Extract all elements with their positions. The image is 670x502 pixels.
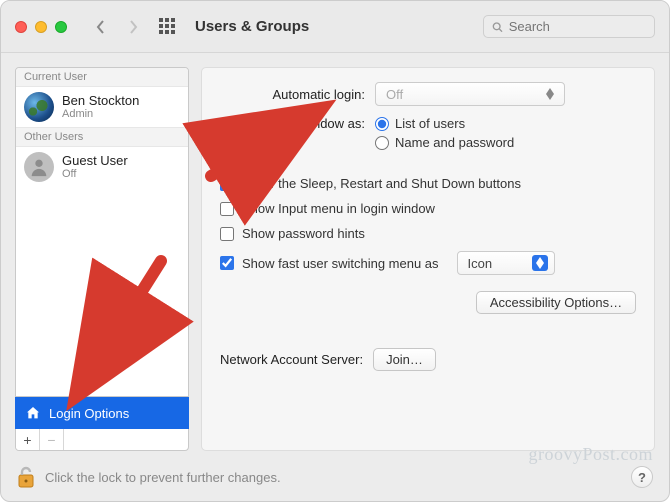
watermark: groovyPost.com xyxy=(528,444,653,465)
search-field[interactable] xyxy=(483,15,655,38)
row-network-account-server: Network Account Server: Join… xyxy=(220,348,636,371)
checkbox-fast-switch-input[interactable] xyxy=(220,256,234,270)
back-button[interactable] xyxy=(89,13,113,41)
checkbox-fast-switch-label: Show fast user switching menu as xyxy=(242,256,439,271)
user-name: Ben Stockton xyxy=(62,94,139,108)
nas-join-button[interactable]: Join… xyxy=(373,348,436,371)
chevron-updown-icon xyxy=(532,255,548,271)
radio-list-users-label: List of users xyxy=(395,116,465,131)
help-button[interactable]: ? xyxy=(631,466,653,488)
row-automatic-login: Automatic login: Off xyxy=(220,82,636,106)
user-role: Admin xyxy=(62,108,139,120)
window-controls xyxy=(15,21,67,33)
checkbox-sleep-label: Show the Sleep, Restart and Shut Down bu… xyxy=(242,176,521,191)
checkbox-sleep-input[interactable] xyxy=(220,177,234,191)
minimize-window-button[interactable] xyxy=(35,21,47,33)
zoom-window-button[interactable] xyxy=(55,21,67,33)
display-window-radio-group: List of users Name and password xyxy=(375,116,514,150)
checkbox-input-menu-label: Show Input menu in login window xyxy=(242,201,435,216)
lock-icon[interactable] xyxy=(17,465,35,489)
fast-switch-value: Icon xyxy=(468,256,493,271)
checkbox-password-hints-input[interactable] xyxy=(220,227,234,241)
row-accessibility: Accessibility Options… xyxy=(220,291,636,314)
automatic-login-label: Automatic login: xyxy=(220,87,365,102)
nas-label: Network Account Server: xyxy=(220,352,363,367)
pane-title: Users & Groups xyxy=(195,18,309,35)
automatic-login-value: Off xyxy=(386,87,403,102)
display-window-label: Display login window as: xyxy=(220,116,365,131)
forward-button xyxy=(121,13,145,41)
checkbox-input-menu[interactable]: Show Input menu in login window xyxy=(220,201,636,216)
avatar-generic-icon xyxy=(24,152,54,182)
section-current-user: Current User xyxy=(16,68,188,87)
fast-switch-select[interactable]: Icon xyxy=(457,251,555,275)
login-options-item[interactable]: Login Options xyxy=(15,397,189,429)
chevron-updown-icon xyxy=(542,86,558,102)
lock-text: Click the lock to prevent further change… xyxy=(45,470,281,485)
titlebar: Users & Groups xyxy=(1,1,669,53)
radio-name-password[interactable]: Name and password xyxy=(375,135,514,150)
accessibility-options-button[interactable]: Accessibility Options… xyxy=(476,291,636,314)
show-all-icon[interactable] xyxy=(159,18,177,36)
close-window-button[interactable] xyxy=(15,21,27,33)
login-options-label: Login Options xyxy=(49,406,129,421)
user-status: Off xyxy=(62,168,128,180)
radio-list-users[interactable]: List of users xyxy=(375,116,514,131)
remove-user-button: − xyxy=(40,429,64,450)
sidebar: Current User Ben Stockton Admin Other Us… xyxy=(15,67,189,451)
checkbox-password-hints[interactable]: Show password hints xyxy=(220,226,636,241)
radio-list-users-input[interactable] xyxy=(375,117,389,131)
house-icon xyxy=(25,405,41,421)
user-row-current[interactable]: Ben Stockton Admin xyxy=(16,87,188,127)
search-icon xyxy=(492,21,503,33)
checkbox-password-hints-label: Show password hints xyxy=(242,226,365,241)
radio-name-password-label: Name and password xyxy=(395,135,514,150)
section-other-users: Other Users xyxy=(16,127,188,147)
add-remove-bar: + − xyxy=(15,429,189,451)
search-input[interactable] xyxy=(509,19,646,34)
user-list: Current User Ben Stockton Admin Other Us… xyxy=(15,67,189,397)
preferences-window: Users & Groups Current User Ben Stockton… xyxy=(0,0,670,502)
radio-name-password-input[interactable] xyxy=(375,136,389,150)
checkbox-input-menu-input[interactable] xyxy=(220,202,234,216)
user-name: Guest User xyxy=(62,154,128,168)
user-row-guest[interactable]: Guest User Off xyxy=(16,147,188,187)
row-fast-switching: Show fast user switching menu as Icon xyxy=(220,251,636,275)
checkbox-sleep-buttons[interactable]: Show the Sleep, Restart and Shut Down bu… xyxy=(220,176,636,191)
main-pane: Automatic login: Off Display login windo… xyxy=(201,67,655,451)
add-user-button[interactable]: + xyxy=(16,429,40,450)
body: Current User Ben Stockton Admin Other Us… xyxy=(1,53,669,455)
row-display-window: Display login window as: List of users N… xyxy=(220,116,636,150)
automatic-login-select[interactable]: Off xyxy=(375,82,565,106)
avatar-earth-icon xyxy=(24,92,54,122)
